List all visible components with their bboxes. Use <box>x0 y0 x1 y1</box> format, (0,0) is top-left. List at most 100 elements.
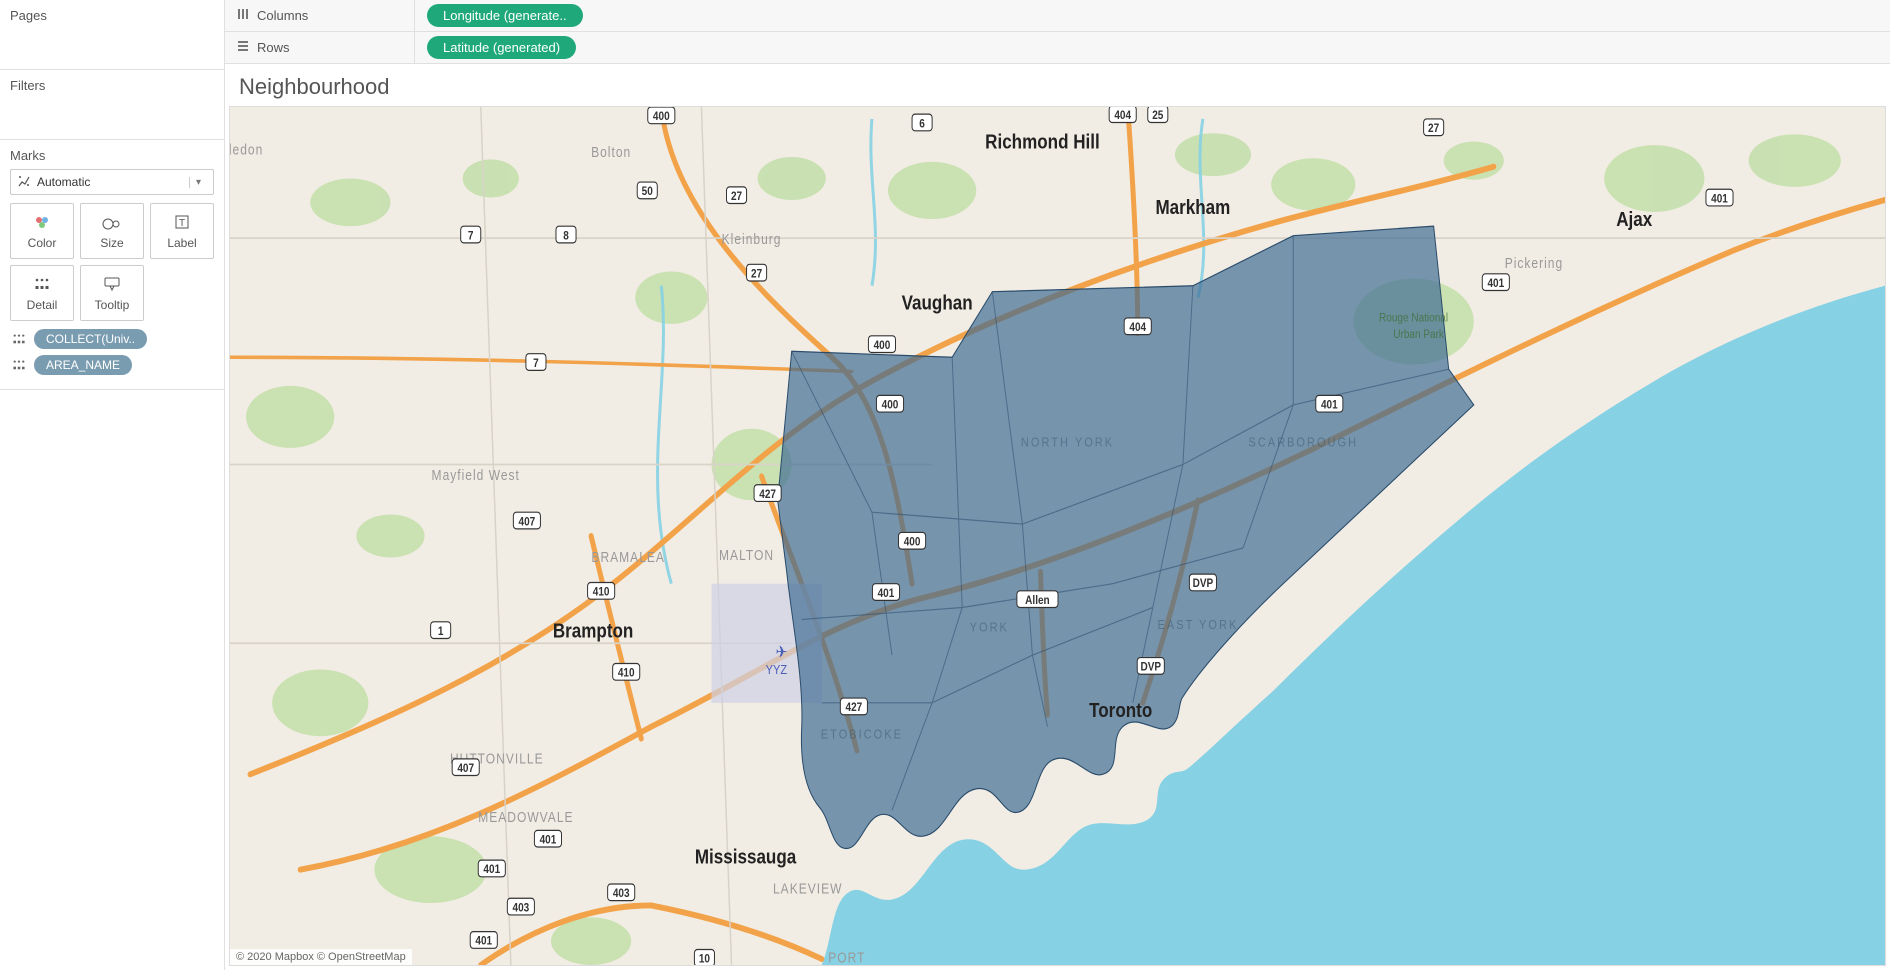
svg-text:1: 1 <box>438 625 444 638</box>
svg-text:400: 400 <box>904 536 921 549</box>
mark-card-label: Detail <box>27 298 58 312</box>
svg-text:401: 401 <box>1321 399 1338 412</box>
svg-text:27: 27 <box>1428 122 1439 135</box>
mark-field-row[interactable]: COLLECT(Univ.. <box>10 329 214 349</box>
svg-text:MALTON: MALTON <box>719 547 774 563</box>
chevron-down-icon: ▾ <box>189 177 207 188</box>
svg-text:Bolton: Bolton <box>591 144 631 160</box>
shelf-label-text: Rows <box>257 40 290 55</box>
rows-pill[interactable]: Latitude (generated) <box>427 36 576 59</box>
svg-text:Kleinburg: Kleinburg <box>722 231 782 247</box>
label-icon: T <box>174 212 190 232</box>
svg-text:LAKEVIEW: LAKEVIEW <box>773 881 843 897</box>
detail-icon <box>10 359 28 371</box>
svg-text:401: 401 <box>540 834 557 847</box>
worksheet-area: Columns Longitude (generate.. Rows Latit… <box>225 0 1890 970</box>
svg-text:PORT: PORT <box>828 950 865 965</box>
svg-text:✈: ✈ <box>776 643 788 661</box>
svg-text:407: 407 <box>519 516 536 529</box>
svg-text:Urban Park: Urban Park <box>1393 328 1444 341</box>
svg-text:Markham: Markham <box>1155 196 1230 219</box>
svg-text:10: 10 <box>699 953 710 965</box>
svg-text:YYZ: YYZ <box>766 662 788 677</box>
mark-field-pill[interactable]: AREA_NAME <box>34 355 132 375</box>
pages-panel[interactable]: Pages <box>0 0 224 70</box>
map-attribution: © 2020 Mapbox © OpenStreetMap <box>230 949 412 965</box>
svg-text:Mayfield West: Mayfield West <box>432 467 520 483</box>
svg-text:50: 50 <box>642 185 653 198</box>
svg-text:Toronto: Toronto <box>1089 699 1152 722</box>
mark-cards: Color Size T Label <box>10 203 214 321</box>
svg-text:ledon: ledon <box>230 142 263 158</box>
svg-text:7: 7 <box>468 230 474 243</box>
svg-text:Ajax: Ajax <box>1616 208 1653 231</box>
mark-card-label: Size <box>100 236 123 250</box>
svg-text:427: 427 <box>759 488 776 501</box>
svg-text:401: 401 <box>1487 277 1504 290</box>
svg-text:ETOBICOKE: ETOBICOKE <box>821 727 903 742</box>
svg-text:404: 404 <box>1114 109 1132 122</box>
svg-text:400: 400 <box>882 399 899 412</box>
marks-panel: Marks Automatic ▾ Color <box>0 140 224 390</box>
columns-shelf-label: Columns <box>225 0 415 31</box>
svg-text:7: 7 <box>533 357 539 370</box>
svg-text:EAST YORK: EAST YORK <box>1158 617 1239 632</box>
svg-text:Mississauga: Mississauga <box>695 845 797 868</box>
mark-field-list: COLLECT(Univ.. AREA_NAME <box>10 329 214 375</box>
app-root: Pages Filters Marks Automatic ▾ <box>0 0 1890 970</box>
rows-shelf-label: Rows <box>225 32 415 63</box>
mark-card-color[interactable]: Color <box>10 203 74 259</box>
svg-text:8: 8 <box>563 230 569 243</box>
svg-text:410: 410 <box>618 667 635 680</box>
mark-type-dropdown[interactable]: Automatic ▾ <box>10 169 214 195</box>
svg-text:DVP: DVP <box>1140 661 1161 674</box>
svg-text:427: 427 <box>846 701 863 714</box>
mark-card-label[interactable]: T Label <box>150 203 214 259</box>
filters-title: Filters <box>10 78 214 93</box>
tooltip-icon <box>103 274 121 294</box>
map-svg[interactable]: ✈ YYZ <box>230 107 1885 965</box>
svg-text:Allen: Allen <box>1025 594 1050 607</box>
svg-text:401: 401 <box>1711 193 1728 206</box>
svg-text:403: 403 <box>613 887 630 900</box>
svg-text:6: 6 <box>919 118 925 131</box>
svg-text:27: 27 <box>731 190 742 203</box>
mark-field-row[interactable]: AREA_NAME <box>10 355 214 375</box>
mark-field-pill[interactable]: COLLECT(Univ.. <box>34 329 147 349</box>
columns-icon <box>237 8 249 23</box>
svg-text:Pickering: Pickering <box>1505 255 1563 271</box>
color-icon <box>33 212 51 232</box>
columns-shelf-body[interactable]: Longitude (generate.. <box>415 4 1890 27</box>
svg-text:SCARBOROUGH: SCARBOROUGH <box>1248 435 1358 450</box>
svg-text:BRAMALEA: BRAMALEA <box>591 549 665 565</box>
filters-panel[interactable]: Filters <box>0 70 224 140</box>
mark-card-label: Label <box>167 236 196 250</box>
svg-text:400: 400 <box>653 110 670 123</box>
svg-text:Rouge National: Rouge National <box>1379 312 1448 325</box>
rows-shelf-body[interactable]: Latitude (generated) <box>415 36 1890 59</box>
marks-title: Marks <box>10 148 214 163</box>
mark-type-label: Automatic <box>37 175 90 189</box>
svg-text:Richmond Hill: Richmond Hill <box>985 130 1100 153</box>
svg-text:407: 407 <box>457 762 474 775</box>
svg-text:401: 401 <box>475 935 492 948</box>
shelf-label-text: Columns <box>257 8 308 23</box>
svg-text:NORTH YORK: NORTH YORK <box>1021 435 1114 450</box>
mark-card-tooltip[interactable]: Tooltip <box>80 265 144 321</box>
viz-area: Neighbourhood <box>225 64 1890 970</box>
columns-shelf[interactable]: Columns Longitude (generate.. <box>225 0 1890 32</box>
mark-card-detail[interactable]: Detail <box>10 265 74 321</box>
map-viewport[interactable]: ✈ YYZ <box>229 106 1886 966</box>
svg-text:Vaughan: Vaughan <box>902 291 973 314</box>
columns-pill[interactable]: Longitude (generate.. <box>427 4 583 27</box>
viz-title[interactable]: Neighbourhood <box>225 64 1890 106</box>
svg-text:401: 401 <box>483 864 500 877</box>
svg-text:25: 25 <box>1152 109 1163 122</box>
detail-icon <box>34 274 50 294</box>
svg-text:27: 27 <box>751 268 762 281</box>
mark-card-size[interactable]: Size <box>80 203 144 259</box>
rows-icon <box>237 40 249 55</box>
size-icon <box>101 212 123 232</box>
svg-text:Brampton: Brampton <box>553 619 634 642</box>
rows-shelf[interactable]: Rows Latitude (generated) <box>225 32 1890 64</box>
